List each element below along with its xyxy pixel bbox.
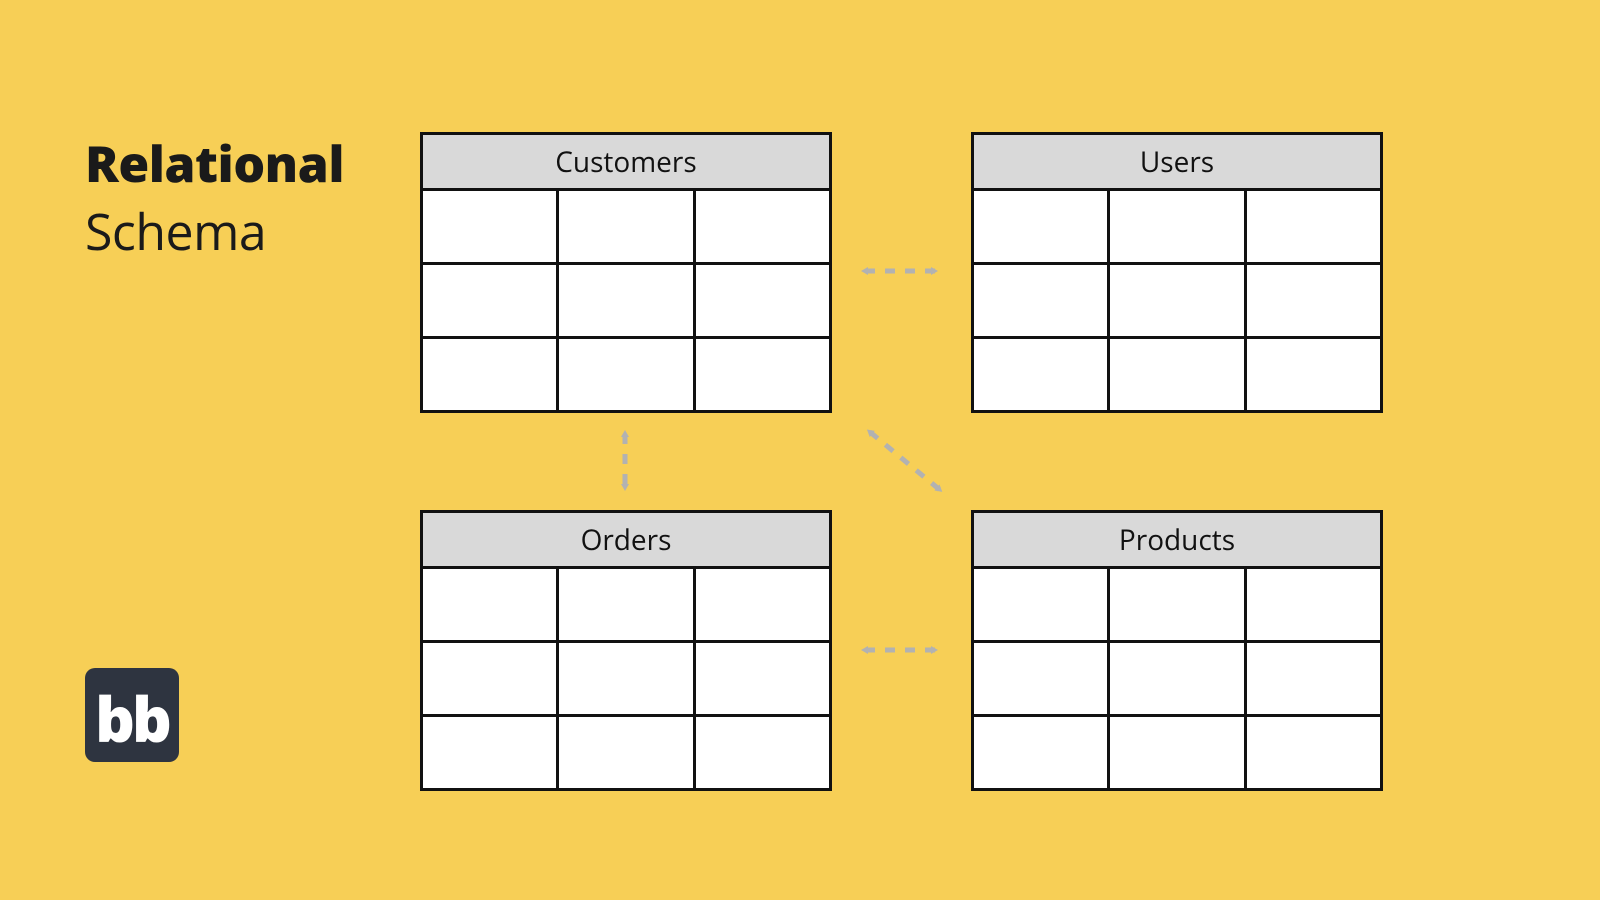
table-cell [423,191,556,262]
table-cell [556,569,692,640]
table-cell [974,569,1107,640]
table-cell [423,265,556,336]
relation-users-orders [870,432,940,490]
table-cell [974,717,1107,788]
table-cell [556,339,692,410]
table-cell [693,643,829,714]
diagram-canvas: Relational Schema bb Customers Users Ord… [0,0,1600,900]
table-customers: Customers [420,132,832,413]
table-cell [1107,339,1243,410]
table-cell [693,339,829,410]
table-row [974,714,1380,788]
table-cell [556,191,692,262]
table-cell [423,569,556,640]
table-row [423,191,829,262]
brand-logo: bb [85,668,179,762]
table-cell [1107,569,1243,640]
table-cell [423,643,556,714]
table-row [423,262,829,336]
table-cell [974,191,1107,262]
table-cell [1107,717,1243,788]
title-line-2: Schema [85,203,344,261]
table-cell [693,265,829,336]
table-cell [1107,265,1243,336]
table-cell [1244,265,1380,336]
table-cell [1244,643,1380,714]
table-cell [693,191,829,262]
table-cell [556,717,692,788]
table-cell [556,643,692,714]
table-orders-header: Orders [423,513,829,569]
table-products-header: Products [974,513,1380,569]
table-cell [1107,643,1243,714]
table-orders: Orders [420,510,832,791]
table-products: Products [971,510,1383,791]
table-cell [556,265,692,336]
table-cell [974,643,1107,714]
table-cell [1244,191,1380,262]
diagram-title: Relational Schema [85,135,344,260]
title-line-1: Relational [85,135,344,193]
table-cell [1244,339,1380,410]
table-row [974,262,1380,336]
table-users-header: Users [974,135,1380,191]
table-cell [693,569,829,640]
table-cell [423,339,556,410]
table-row [423,569,829,640]
table-row [423,336,829,410]
table-row [974,640,1380,714]
table-users: Users [971,132,1383,413]
table-cell [974,265,1107,336]
table-customers-header: Customers [423,135,829,191]
table-cell [693,717,829,788]
table-cell [1244,569,1380,640]
table-cell [423,717,556,788]
table-row [974,336,1380,410]
table-row [974,191,1380,262]
brand-logo-text: bb [95,688,169,750]
table-cell [1107,191,1243,262]
table-row [423,714,829,788]
table-row [974,569,1380,640]
table-row [423,640,829,714]
table-cell [974,339,1107,410]
table-cell [1244,717,1380,788]
